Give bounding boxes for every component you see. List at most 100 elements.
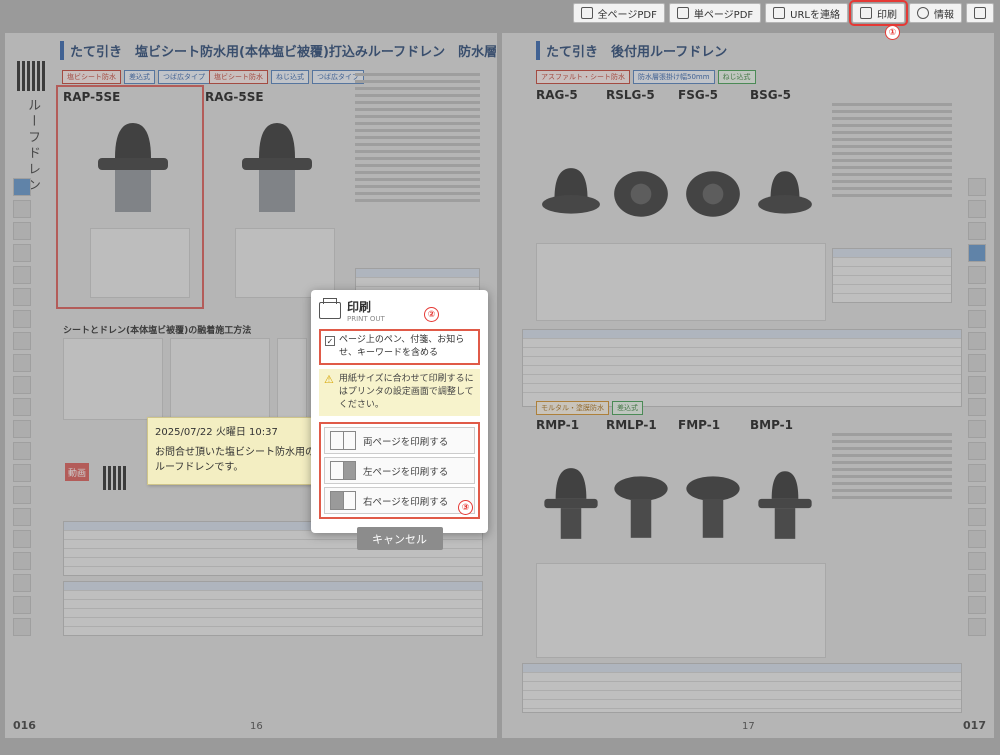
index-tab[interactable]: [13, 552, 31, 570]
index-tab[interactable]: [968, 288, 986, 306]
product-name: RAG-5: [536, 88, 578, 102]
print-both-pages-button[interactable]: 両ページを印刷する: [324, 427, 475, 454]
index-tab[interactable]: [968, 464, 986, 482]
drain-image: [758, 171, 812, 214]
index-tab[interactable]: [968, 552, 986, 570]
index-tab[interactable]: [968, 200, 986, 218]
index-tab[interactable]: [13, 486, 31, 504]
page-range-options: 両ページを印刷する 左ページを印刷する 右ページを印刷する: [319, 422, 480, 519]
tag: ねじ込式: [717, 70, 756, 84]
print-button[interactable]: 印刷: [849, 0, 908, 26]
index-tab[interactable]: [13, 178, 31, 196]
index-tab[interactable]: [968, 530, 986, 548]
index-tab[interactable]: [13, 420, 31, 438]
single-page-pdf-button[interactable]: 単ページPDF: [668, 3, 762, 23]
dimension-drawings: [536, 243, 826, 321]
product-tags: 塩ビシート防水 差込式 つば広タイプ: [62, 70, 210, 84]
warning-icon: ⚠: [324, 373, 334, 386]
index-tab[interactable]: [968, 596, 986, 614]
dialog-subtitle: PRINT OUT: [347, 315, 385, 323]
index-tab[interactable]: [968, 310, 986, 328]
index-tab[interactable]: [968, 266, 986, 284]
index-tab[interactable]: [968, 222, 986, 240]
index-tab[interactable]: [13, 508, 31, 526]
info-button[interactable]: 情報: [909, 3, 962, 23]
print-right-page-button[interactable]: 右ページを印刷する: [324, 487, 475, 514]
single-page-pdf-label: 単ページPDF: [693, 9, 754, 21]
dimension-drawings: [536, 563, 826, 658]
toolbar: 全ページPDF 単ページPDF URLを連絡 印刷 情報: [572, 0, 994, 26]
product-name: RAG-5SE: [205, 90, 264, 104]
drain-image: [542, 168, 600, 214]
dialog-title: 印刷: [347, 300, 372, 314]
mail-icon: [773, 7, 786, 19]
fullscreen-button[interactable]: [966, 3, 994, 23]
drain-image: [758, 471, 812, 539]
all-pages-pdf-label: 全ページPDF: [597, 9, 657, 21]
printer-icon: [319, 298, 341, 319]
index-tab[interactable]: [13, 354, 31, 372]
index-tab[interactable]: [968, 574, 986, 592]
index-tab[interactable]: [968, 244, 986, 262]
index-tab[interactable]: [968, 178, 986, 196]
index-tab[interactable]: [13, 376, 31, 394]
product-tags: アスファルト・シート防水 防水層張掛け幅50mm ねじ込式: [536, 70, 756, 84]
parts-table: [832, 248, 952, 303]
index-tab[interactable]: [13, 332, 31, 350]
index-tab[interactable]: [13, 200, 31, 218]
print-both-pages-label: 両ページを印刷する: [363, 436, 449, 448]
index-tab[interactable]: [968, 618, 986, 636]
right-index-tabs: [964, 33, 990, 708]
index-tab[interactable]: [13, 222, 31, 240]
sticky-note[interactable]: 2025/07/22 火曜日 10:37 お問合せ頂いた塩ビシート防水用のルーフ…: [147, 417, 323, 485]
index-tab[interactable]: [968, 398, 986, 416]
drain-image: [544, 468, 598, 539]
video-button[interactable]: 動画: [65, 463, 89, 481]
include-annotations-checkbox[interactable]: ✓: [325, 336, 335, 346]
index-tab[interactable]: [13, 442, 31, 460]
index-tab[interactable]: [13, 266, 31, 284]
all-pages-pdf-button[interactable]: 全ページPDF: [572, 3, 665, 23]
marker-two: ②: [424, 307, 439, 322]
index-tab[interactable]: [13, 464, 31, 482]
index-tab[interactable]: [13, 618, 31, 636]
index-tab[interactable]: [13, 398, 31, 416]
index-tab[interactable]: [968, 442, 986, 460]
product-name: BSG-5: [750, 88, 791, 102]
tag: 防水層張掛け幅50mm: [633, 70, 715, 84]
printer-icon: [860, 7, 872, 19]
left-page-icon: [330, 461, 356, 480]
tag: 塩ビシート防水: [62, 70, 121, 84]
product-name: FSG-5: [678, 88, 719, 102]
product-name: FMP-1: [678, 418, 721, 432]
tag: 塩ビシート防水: [209, 70, 268, 84]
index-tab[interactable]: [968, 332, 986, 350]
both-pages-icon: [330, 431, 356, 450]
index-tab[interactable]: [13, 574, 31, 592]
index-tab[interactable]: [968, 354, 986, 372]
tag: 差込式: [124, 70, 155, 84]
index-tab[interactable]: [13, 596, 31, 614]
share-url-button[interactable]: URLを連絡: [765, 3, 848, 23]
product-name: RMLP-1: [606, 418, 657, 432]
book-icon: [580, 7, 593, 19]
include-annotations-option[interactable]: ✓ ページ上のペン、付箋、お知らせ、キーワードを含める: [319, 329, 480, 365]
cancel-button[interactable]: キャンセル: [356, 527, 443, 550]
product-tags: モルタル・塗膜防水 差込式: [536, 401, 643, 415]
product-name: RAP-5SE: [63, 90, 121, 104]
index-tab[interactable]: [13, 244, 31, 262]
print-left-page-button[interactable]: 左ページを印刷する: [324, 457, 475, 484]
product-name: RMP-1: [536, 418, 580, 432]
marker-one: ①: [885, 25, 900, 40]
note-text: お問合せ頂いた塩ビシート防水用のルーフドレンです。: [155, 447, 315, 473]
index-tab[interactable]: [968, 486, 986, 504]
index-tab[interactable]: [968, 376, 986, 394]
index-tab[interactable]: [968, 420, 986, 438]
paper-size-warning: ⚠ 用紙サイズに合わせて印刷するにはプリンタの設定画面で調整してください。: [319, 369, 480, 416]
print-label: 印刷: [877, 9, 897, 21]
index-tab[interactable]: [13, 530, 31, 548]
index-tab[interactable]: [13, 288, 31, 306]
index-tab[interactable]: [968, 508, 986, 526]
drain-image: [686, 171, 740, 217]
index-tab[interactable]: [13, 310, 31, 328]
